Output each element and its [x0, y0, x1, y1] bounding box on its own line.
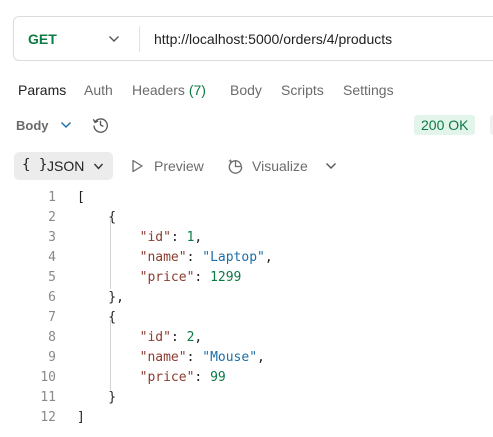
code-line: 3 "id": 1, — [0, 228, 493, 248]
chevron-down-icon[interactable] — [325, 161, 337, 171]
code-text: "name": "Mouse", — [139, 350, 265, 365]
code-text: { — [77, 310, 117, 325]
line-number: 11 — [40, 390, 56, 405]
line-number: 3 — [48, 230, 56, 245]
line-number: 10 — [40, 370, 56, 385]
status-badge: 200 OK — [414, 115, 476, 135]
line-number: 1 — [48, 190, 56, 205]
chevron-down-icon — [93, 163, 104, 170]
line-number: 4 — [48, 250, 56, 265]
code-line: 7 { — [0, 308, 493, 328]
code-text: "price": 1299 — [139, 270, 242, 285]
line-number: 2 — [48, 210, 56, 225]
code-text: "id": 1, — [139, 230, 203, 245]
code-line: 8 "id": 2, — [0, 328, 493, 348]
code-text: [ — [77, 190, 85, 205]
line-number: 8 — [48, 330, 56, 345]
format-select[interactable]: { } JSON — [14, 152, 113, 180]
tab-settings[interactable]: Settings — [343, 82, 394, 98]
url-input[interactable]: http://localhost:5000/orders/4/products — [154, 31, 392, 47]
format-label: JSON — [47, 158, 85, 174]
code-line: 5 "price": 1299 — [0, 268, 493, 288]
code-text: }, — [77, 290, 124, 305]
visualize-icon — [228, 158, 243, 174]
braces-icon: { } — [22, 157, 48, 173]
tab-headers-label: Headers — [132, 82, 185, 98]
code-line: 10 "price": 99 — [0, 368, 493, 388]
code-line: 1[ — [0, 188, 493, 208]
line-number: 7 — [48, 310, 56, 325]
line-number: 6 — [48, 290, 56, 305]
code-text: "price": 99 — [139, 370, 226, 385]
play-icon — [132, 159, 143, 173]
chevron-down-icon[interactable] — [60, 120, 72, 130]
tab-scripts[interactable]: Scripts — [281, 82, 324, 98]
code-line: 12] — [0, 408, 493, 428]
code-text: "id": 2, — [139, 330, 203, 345]
line-number: 5 — [48, 270, 56, 285]
code-text: ] — [77, 410, 85, 425]
tab-headers[interactable]: Headers (7) — [132, 82, 206, 98]
method-select[interactable]: GET — [28, 31, 57, 47]
code-line: 9 "name": "Mouse", — [0, 348, 493, 368]
visualize-label: Visualize — [252, 158, 308, 174]
line-number: 12 — [40, 410, 56, 425]
code-text: { — [77, 210, 117, 225]
code-line: 11 } — [0, 388, 493, 408]
history-icon[interactable] — [91, 115, 110, 134]
line-number: 9 — [48, 350, 56, 365]
tab-body[interactable]: Body — [230, 82, 262, 98]
code-text: } — [77, 390, 117, 405]
code-line: 2 { — [0, 208, 493, 228]
headers-count: (7) — [188, 82, 206, 98]
tab-auth[interactable]: Auth — [84, 82, 113, 98]
code-line: 6 }, — [0, 288, 493, 308]
response-body-select[interactable]: Body — [16, 118, 49, 133]
request-divider — [139, 26, 140, 52]
code-line: 4 "name": "Laptop", — [0, 248, 493, 268]
tab-params[interactable]: Params — [18, 82, 66, 98]
chevron-down-icon[interactable] — [108, 34, 120, 44]
code-text: "name": "Laptop", — [139, 250, 273, 265]
request-bar: GET http://localhost:5000/orders/4/produ… — [13, 16, 493, 61]
preview-label: Preview — [154, 158, 204, 174]
